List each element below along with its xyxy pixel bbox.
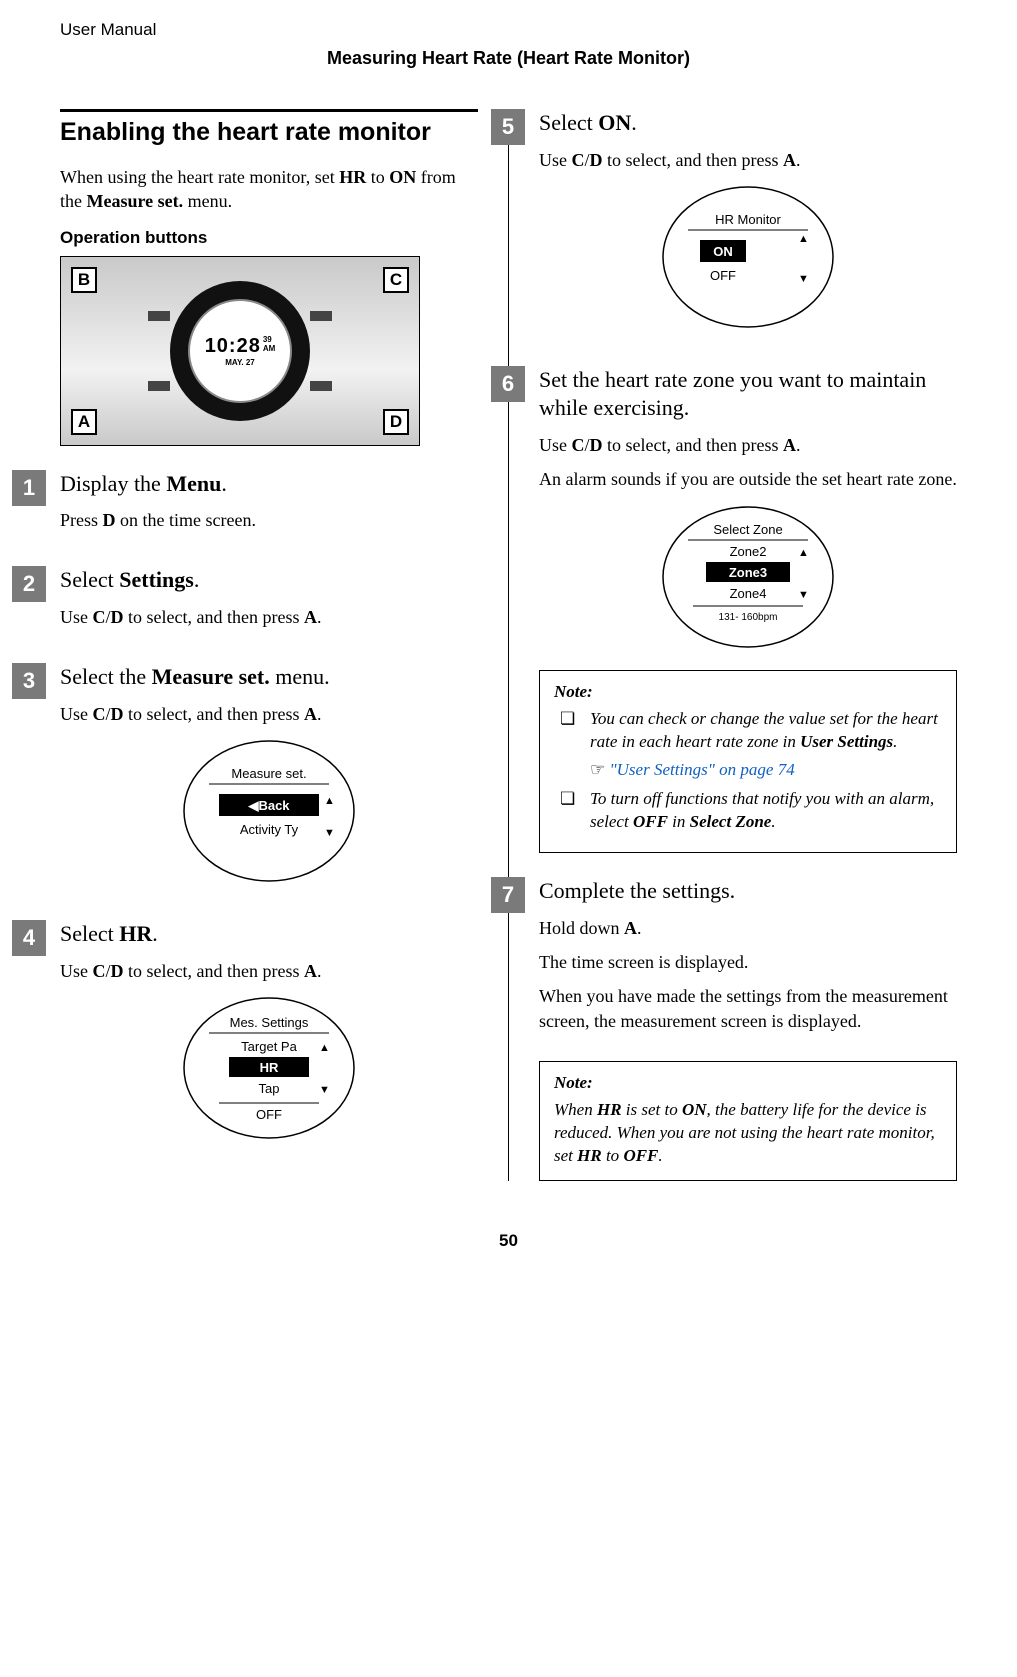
svg-text:Zone2: Zone2 [730, 544, 767, 559]
svg-text:▼: ▼ [324, 827, 335, 839]
step-text: Use C/D to select, and then press A. [60, 605, 478, 629]
step-6: 6 Set the heart rate zone you want to ma… [539, 366, 957, 853]
button-label-c: C [383, 267, 409, 293]
step-number: 3 [12, 663, 46, 699]
svg-text:OFF: OFF [256, 1107, 282, 1122]
svg-text:▲: ▲ [798, 233, 809, 245]
operation-buttons-heading: Operation buttons [60, 228, 478, 248]
svg-text:Zone3: Zone3 [729, 565, 767, 580]
step-number: 4 [12, 920, 46, 956]
svg-text:Measure set.: Measure set. [231, 766, 306, 781]
step-title: Set the heart rate zone you want to main… [539, 366, 957, 423]
step-text: When you have made the settings from the… [539, 984, 957, 1033]
step-title: Select Settings. [60, 566, 478, 595]
step-title: Select ON. [539, 109, 957, 138]
step-title: Complete the settings. [539, 877, 957, 906]
intro-text: When using the heart rate monitor, set H… [60, 165, 478, 214]
step-text: Use C/D to select, and then press A. [60, 959, 478, 983]
note-title: Note: [554, 1072, 942, 1095]
step-number: 7 [491, 877, 525, 913]
svg-text:▲: ▲ [324, 795, 335, 807]
svg-text:Select Zone: Select Zone [713, 522, 782, 537]
section-header: Measuring Heart Rate (Heart Rate Monitor… [60, 48, 957, 69]
step-text: Press D on the time screen. [60, 508, 478, 532]
note-item: To turn off functions that notify you wi… [554, 788, 942, 834]
screen-measure-set: Measure set. ◀Back Activity Ty ▲ ▼ [179, 736, 359, 886]
svg-text:▲: ▲ [319, 1042, 330, 1054]
svg-text:Activity Ty: Activity Ty [240, 822, 299, 837]
svg-text:Target Pa: Target Pa [241, 1039, 297, 1054]
svg-text:131- 160bpm: 131- 160bpm [719, 612, 778, 623]
step-text: Use C/D to select, and then press A. [539, 433, 957, 457]
watch-diagram: B C A D 10:28 39 AM MAY. 27 [60, 256, 420, 446]
step-text: Hold down A. [539, 916, 957, 940]
step-3: 3 Select the Measure set. menu. Use C/D … [60, 663, 478, 896]
page-number: 50 [60, 1231, 957, 1251]
svg-text:Mes. Settings: Mes. Settings [230, 1015, 309, 1030]
screen-mes-settings: Mes. Settings Target Pa HR Tap ▲ ▼ OFF [179, 993, 359, 1143]
watch-face: 10:28 39 AM MAY. 27 [188, 299, 292, 403]
step-2: 2 Select Settings. Use C/D to select, an… [60, 566, 478, 639]
watch-body: 10:28 39 AM MAY. 27 [170, 281, 310, 421]
step-title: Select the Measure set. menu. [60, 663, 478, 692]
screen-select-zone: Select Zone Zone2 Zone3 Zone4 ▲ ▼ 131- 1… [658, 502, 838, 652]
step-1: 1 Display the Menu. Press D on the time … [60, 470, 478, 543]
note-box-1: Note: You can check or change the value … [539, 670, 957, 854]
step-title: Select HR. [60, 920, 478, 949]
step-number: 6 [491, 366, 525, 402]
step-number: 1 [12, 470, 46, 506]
svg-text:OFF: OFF [710, 268, 736, 283]
svg-text:ON: ON [713, 244, 733, 259]
svg-text:HR: HR [260, 1060, 279, 1075]
step-4: 4 Select HR. Use C/D to select, and then… [60, 920, 478, 1153]
svg-text:Zone4: Zone4 [730, 586, 767, 601]
svg-text:▲: ▲ [798, 547, 809, 559]
doc-title: User Manual [60, 20, 957, 40]
note-text: When HR is set to ON, the battery life f… [554, 1099, 942, 1168]
step-5: 5 Select ON. Use C/D to select, and then… [539, 109, 957, 342]
step-extra: An alarm sounds if you are outside the s… [539, 467, 957, 491]
svg-text:▼: ▼ [319, 1084, 330, 1096]
step-title: Display the Menu. [60, 470, 478, 499]
button-label-b: B [71, 267, 97, 293]
svg-text:▼: ▼ [798, 589, 809, 601]
step-7: 7 Complete the settings. Hold down A. Th… [539, 877, 957, 1043]
page-title: Enabling the heart rate monitor [60, 109, 478, 147]
button-label-d: D [383, 409, 409, 435]
step-text: The time screen is displayed. [539, 950, 957, 974]
screen-hr-monitor: HR Monitor ON OFF ▲ ▼ [658, 182, 838, 332]
user-settings-link[interactable]: "User Settings" on page 74 [590, 759, 942, 782]
step-number: 5 [491, 109, 525, 145]
svg-text:HR Monitor: HR Monitor [715, 212, 781, 227]
svg-text:Tap: Tap [259, 1081, 280, 1096]
svg-text:◀Back: ◀Back [247, 798, 290, 813]
step-number: 2 [12, 566, 46, 602]
button-label-a: A [71, 409, 97, 435]
step-text: Use C/D to select, and then press A. [539, 148, 957, 172]
step-text: Use C/D to select, and then press A. [60, 702, 478, 726]
note-box-2: Note: When HR is set to ON, the battery … [539, 1061, 957, 1181]
note-title: Note: [554, 681, 942, 704]
svg-text:▼: ▼ [798, 273, 809, 285]
note-item: You can check or change the value set fo… [554, 708, 942, 754]
